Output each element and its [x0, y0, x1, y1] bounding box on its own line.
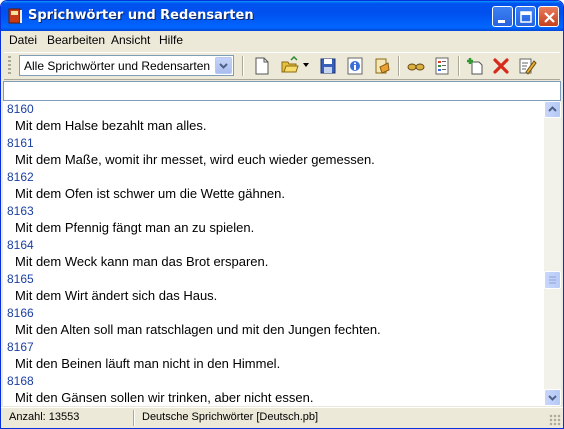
list-item[interactable]: 8163 Mit dem Pfennig fängt man an zu spi… [3, 203, 544, 237]
entry-number: 8160 [7, 102, 34, 116]
toolbar-grip[interactable] [8, 56, 11, 76]
search-input[interactable] [3, 81, 561, 101]
toolbar-separator [398, 56, 400, 76]
entry-count: Anzahl: 13553 [9, 411, 80, 423]
chevron-up-icon [548, 106, 557, 112]
minimize-icon [498, 20, 505, 23]
entry-text: Mit den Gänsen sollen wir trinken, aber … [15, 390, 314, 405]
list-item[interactable]: 8164 Mit dem Weck kann man das Brot ersp… [3, 237, 544, 271]
list-item[interactable]: 8162 Mit dem Ofen ist schwer um die Wett… [3, 169, 544, 203]
new-document-icon[interactable] [252, 56, 272, 76]
scroll-thumb[interactable] [544, 271, 561, 289]
minimize-button[interactable] [492, 6, 513, 27]
book-icon [8, 8, 22, 24]
entry-text: Mit den Alten soll man ratschlagen und m… [15, 322, 381, 337]
app-window: Sprichwörter und Redensarten Datei Bearb… [0, 0, 564, 429]
delete-icon[interactable] [491, 56, 511, 76]
menu-bearbeiten[interactable]: Bearbeiten [47, 33, 105, 47]
entry-number: 8168 [7, 374, 34, 388]
menu-hilfe[interactable]: Hilfe [159, 33, 183, 47]
close-icon [544, 12, 555, 23]
entry-text: Mit dem Halse bezahlt man alles. [15, 118, 207, 133]
toolbar-separator [458, 56, 460, 76]
entry-text: Mit dem Weck kann man das Brot ersparen. [15, 254, 269, 269]
save-icon[interactable] [318, 56, 338, 76]
scroll-up-button[interactable] [544, 101, 561, 118]
glasses-icon[interactable] [406, 56, 426, 76]
edit-icon[interactable] [517, 56, 537, 76]
list-item[interactable]: 8167 Mit den Beinen läuft man nicht in d… [3, 339, 544, 373]
list-item[interactable]: 8161 Mit dem Maße, womit ihr messet, wir… [3, 135, 544, 169]
entry-number: 8166 [7, 306, 34, 320]
filter-dropdown[interactable]: Alle Sprichwörter und Redensarten [19, 55, 234, 76]
entry-number: 8165 [7, 272, 34, 286]
chevron-down-icon [219, 63, 228, 69]
entry-text: Mit den Beinen läuft man nicht in den Hi… [15, 356, 281, 371]
toolbar: Alle Sprichwörter und Redensarten [4, 52, 560, 80]
entry-number: 8161 [7, 136, 34, 150]
vertical-scrollbar[interactable] [544, 101, 561, 406]
resize-grip[interactable] [549, 414, 561, 426]
entry-text: Mit dem Maße, womit ihr messet, wird euc… [15, 152, 375, 167]
maximize-button[interactable] [515, 6, 536, 27]
entry-number: 8162 [7, 170, 34, 184]
chevron-down-icon[interactable] [303, 63, 309, 68]
menu-datei[interactable]: Datei [9, 33, 37, 47]
chevron-down-icon [548, 395, 557, 401]
status-bar: Anzahl: 13553 Deutsche Sprichwörter [Deu… [1, 407, 563, 428]
list-icon[interactable] [432, 56, 452, 76]
list-item[interactable]: 8165 Mit dem Wirt ändert sich das Haus. [3, 271, 544, 305]
filter-value: Alle Sprichwörter und Redensarten [24, 59, 211, 73]
close-button[interactable] [538, 6, 559, 27]
entry-text: Mit dem Wirt ändert sich das Haus. [15, 288, 218, 303]
title-bar[interactable]: Sprichwörter und Redensarten [1, 1, 563, 31]
info-icon[interactable] [345, 56, 365, 76]
list-item[interactable]: 8166 Mit den Alten soll man ratschlagen … [3, 305, 544, 339]
grip-lines-icon [549, 276, 556, 284]
print-icon[interactable] [372, 56, 392, 76]
entry-number: 8164 [7, 238, 34, 252]
entry-text: Mit dem Ofen ist schwer um die Wette gäh… [15, 186, 285, 201]
proverb-list[interactable]: 8160 Mit dem Halse bezahlt man alles. 81… [3, 101, 544, 406]
status-divider [133, 410, 135, 426]
open-folder-icon[interactable] [280, 56, 300, 76]
add-icon[interactable] [465, 56, 485, 76]
list-item[interactable]: 8168 Mit den Gänsen sollen wir trinken, … [3, 373, 544, 406]
database-file: Deutsche Sprichwörter [Deutsch.pb] [142, 411, 319, 423]
entry-text: Mit dem Pfennig fängt man an zu spielen. [15, 220, 255, 235]
maximize-icon [520, 11, 532, 23]
entry-number: 8167 [7, 340, 34, 354]
entry-number: 8163 [7, 204, 34, 218]
window-title: Sprichwörter und Redensarten [28, 8, 254, 23]
scroll-down-button[interactable] [544, 389, 561, 406]
menu-bar: Datei Bearbeiten Ansicht Hilfe [1, 31, 563, 50]
toolbar-separator [242, 56, 244, 76]
list-item[interactable]: 8160 Mit dem Halse bezahlt man alles. [3, 101, 544, 135]
menu-ansicht[interactable]: Ansicht [111, 33, 150, 47]
dropdown-button[interactable] [215, 57, 232, 74]
